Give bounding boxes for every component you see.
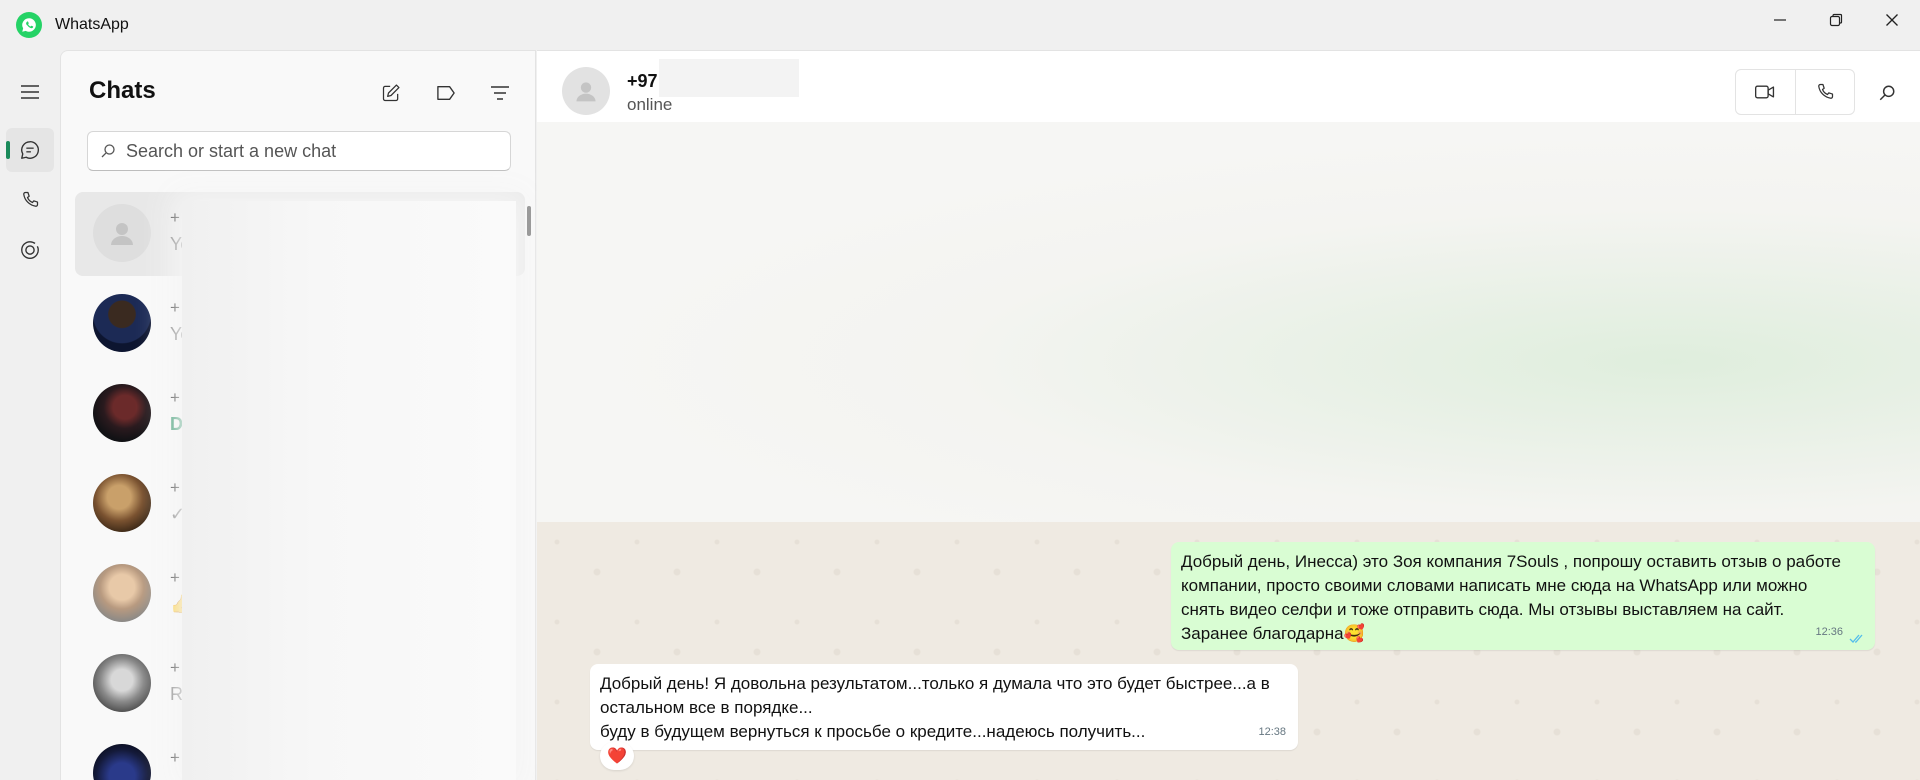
search-icon	[1879, 85, 1895, 101]
menu-button[interactable]	[6, 70, 54, 114]
label-icon	[437, 86, 455, 100]
contact-avatar	[93, 564, 151, 622]
hamburger-icon	[21, 85, 39, 99]
search-icon	[101, 144, 115, 158]
search-in-chat-button[interactable]	[1872, 78, 1902, 108]
outgoing-message-bubble[interactable]: Добрый день, Инесса) это Зоя компания 7S…	[1171, 542, 1875, 650]
contact-avatar	[93, 474, 151, 532]
chat-list-scrollbar[interactable]	[527, 206, 531, 236]
contact-name[interactable]: +97	[627, 71, 658, 92]
app-title: WhatsApp	[55, 16, 129, 33]
video-camera-icon	[1755, 85, 1775, 99]
chat-wallpaper: Добрый день, Инесса) это Зоя компания 7S…	[537, 122, 1920, 780]
chat-name: +	[170, 658, 180, 677]
chat-list-panel: Chats + Yo + Yo + D + ✓ + 👍 +	[60, 50, 536, 780]
close-button[interactable]	[1864, 0, 1920, 40]
contact-avatar	[93, 294, 151, 352]
message-line: Добрый день, Инесса) это Зоя компания 7S…	[1181, 552, 1841, 571]
compose-icon	[382, 84, 400, 102]
message-line: снять видео селфи и тоже отправить сюда.…	[1181, 600, 1785, 619]
contact-default-avatar-icon[interactable]	[562, 67, 610, 115]
message-line: Добрый день! Я довольна результатом...то…	[600, 674, 1270, 693]
default-avatar-icon	[93, 204, 151, 262]
privacy-blur-overlay	[537, 122, 1920, 522]
message-line: буду в будущем вернуться к просьбе о кре…	[600, 722, 1146, 741]
video-call-button[interactable]	[1736, 70, 1796, 114]
filter-button[interactable]	[486, 79, 514, 107]
minimize-button[interactable]	[1752, 0, 1808, 40]
chat-name: +	[170, 208, 180, 227]
call-buttons-group	[1735, 69, 1855, 115]
phone-icon	[23, 191, 39, 207]
incoming-message-bubble[interactable]: Добрый день! Я довольна результатом...то…	[590, 664, 1298, 750]
nav-chats-button[interactable]	[6, 128, 54, 172]
message-line: Заранее благодарна🥰	[1181, 624, 1365, 643]
message-line: остальном все в порядке...	[600, 698, 813, 717]
chat-name: +	[170, 298, 180, 317]
navigation-rail	[0, 50, 60, 780]
chat-name: +	[170, 748, 180, 767]
double-check-icon	[1849, 634, 1863, 643]
conversation-panel: +97 online Добрый день, Инесса) это Зоя …	[537, 50, 1920, 780]
contact-status: online	[627, 95, 673, 114]
title-bar: WhatsApp	[0, 0, 1920, 50]
active-indicator	[6, 141, 10, 159]
contact-avatar	[93, 744, 151, 780]
heart-reaction[interactable]: ❤️	[600, 742, 634, 770]
privacy-blur-overlay	[182, 201, 516, 780]
redaction-mask	[659, 59, 799, 97]
nav-status-button[interactable]	[6, 228, 54, 272]
message-time: 12:36	[1815, 626, 1843, 638]
search-input[interactable]	[126, 140, 506, 162]
status-icon	[21, 241, 39, 259]
contact-avatar	[93, 654, 151, 712]
search-box[interactable]	[87, 131, 511, 171]
restore-button[interactable]	[1808, 0, 1864, 40]
chats-title: Chats	[89, 77, 156, 104]
conversation-header: +97 online	[537, 50, 1920, 122]
heart-icon: ❤️	[607, 748, 627, 765]
whatsapp-logo-icon	[16, 12, 42, 38]
filter-icon	[491, 86, 509, 100]
chat-name: +	[170, 478, 180, 497]
new-chat-button[interactable]	[377, 79, 405, 107]
nav-calls-button[interactable]	[6, 178, 54, 222]
chat-bubble-icon	[21, 141, 39, 159]
chat-name: +	[170, 568, 180, 587]
contact-avatar	[93, 384, 151, 442]
phone-icon	[1817, 83, 1833, 99]
message-time: 12:38	[1258, 726, 1286, 738]
message-line: компании, просто своими словами написать…	[1181, 576, 1808, 595]
chat-name: +	[170, 388, 180, 407]
labels-button[interactable]	[432, 79, 460, 107]
voice-call-button[interactable]	[1796, 70, 1855, 114]
